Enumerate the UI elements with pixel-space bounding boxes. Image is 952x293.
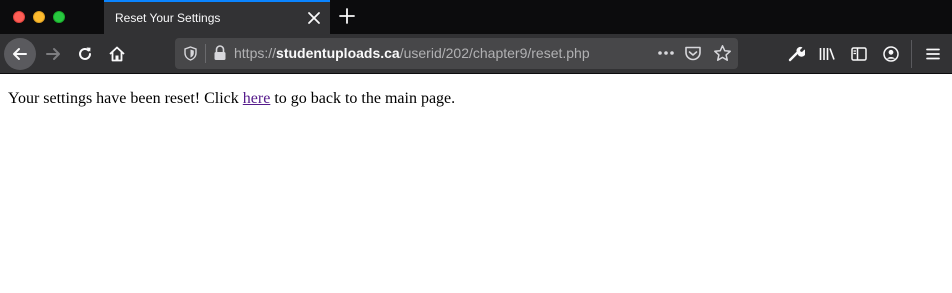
reload-button[interactable] <box>69 38 101 70</box>
forward-arrow-icon <box>46 48 60 60</box>
message-text-before: Your settings have been reset! Click <box>8 90 243 107</box>
tab-title: Reset Your Settings <box>115 11 221 25</box>
page-content: Your settings have been reset! Click her… <box>0 75 952 293</box>
pocket-icon[interactable] <box>684 45 702 62</box>
url-text[interactable]: https://studentuploads.ca/userid/202/cha… <box>234 45 590 61</box>
tab-strip: Reset Your Settings <box>0 0 952 34</box>
home-button[interactable] <box>101 38 133 70</box>
lock-icon[interactable] <box>213 45 227 61</box>
toolbar-divider <box>911 40 912 68</box>
back-button[interactable] <box>4 38 36 70</box>
main-page-link[interactable]: here <box>243 90 271 107</box>
message-text-after: to go back to the main page. <box>270 90 456 107</box>
star-icon[interactable] <box>713 44 732 63</box>
library-icon <box>819 48 835 60</box>
wrench-icon <box>788 46 805 62</box>
sidebar-icon <box>851 47 867 61</box>
close-dot-icon[interactable] <box>13 11 25 23</box>
hamburger-menu-icon <box>926 48 940 60</box>
reload-icon <box>79 47 91 60</box>
account-button[interactable] <box>879 42 903 66</box>
more-dots-icon[interactable] <box>657 46 675 60</box>
navigation-toolbar: https://studentuploads.ca/userid/202/cha… <box>0 34 952 74</box>
account-icon <box>883 46 899 62</box>
open-menu-button[interactable] <box>921 42 945 66</box>
tab-close-icon[interactable] <box>306 10 322 26</box>
reset-message: Your settings have been reset! Click her… <box>8 90 455 108</box>
tracking-shield-icon[interactable] <box>183 46 198 61</box>
sidebar-button[interactable] <box>847 42 871 66</box>
home-icon <box>109 46 125 62</box>
address-bar-divider <box>205 44 206 63</box>
developer-tools-button[interactable] <box>784 42 808 66</box>
url-host: studentuploads.ca <box>276 45 400 61</box>
library-button[interactable] <box>815 42 839 66</box>
back-arrow-icon <box>13 48 27 60</box>
url-scheme: https:// <box>234 45 277 61</box>
forward-button[interactable] <box>37 38 69 70</box>
maximize-dot-icon[interactable] <box>53 11 65 23</box>
url-path: /userid/202/chapter9/reset.php <box>399 45 590 61</box>
address-bar[interactable]: https://studentuploads.ca/userid/202/cha… <box>175 38 738 69</box>
tab-active[interactable]: Reset Your Settings <box>104 0 330 34</box>
new-tab-icon[interactable] <box>338 7 356 25</box>
minimize-dot-icon[interactable] <box>33 11 45 23</box>
